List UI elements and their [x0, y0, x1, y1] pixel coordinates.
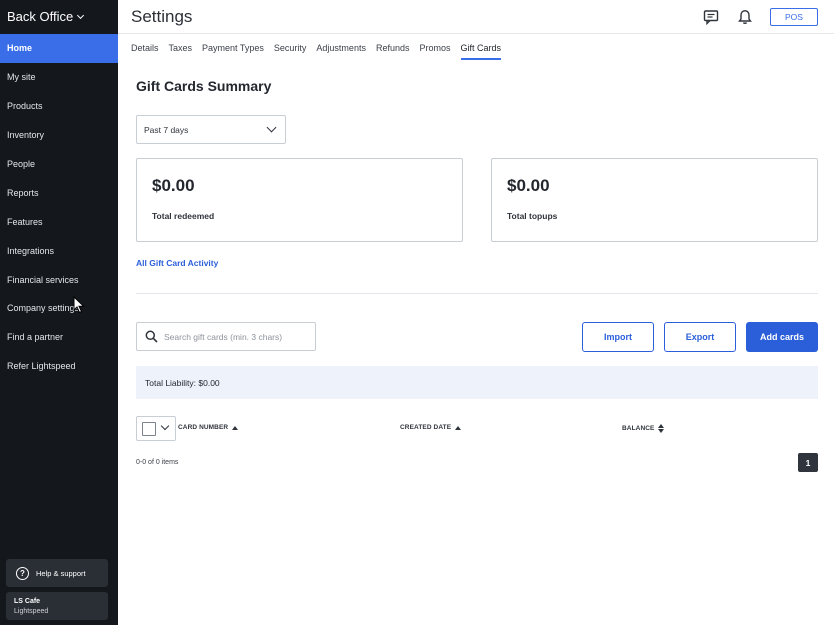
- bell-icon[interactable]: [737, 9, 753, 25]
- column-balance[interactable]: BALANCE: [622, 424, 665, 433]
- brand-label: Back Office: [7, 9, 74, 24]
- search-icon: [145, 330, 158, 343]
- mouse-cursor-icon: [73, 296, 85, 314]
- page-title: Settings: [131, 7, 193, 26]
- tab-payment-types[interactable]: Payment Types: [202, 34, 264, 62]
- sidebar-item-label: Home: [7, 43, 33, 54]
- period-select[interactable]: Past 7 days: [136, 115, 286, 144]
- column-card-number[interactable]: CARD NUMBER: [178, 424, 239, 431]
- sort-icon: [658, 424, 665, 433]
- sidebar-item-find-a-partner[interactable]: Find a partner: [0, 323, 118, 352]
- sidebar-item-integrations[interactable]: Integrations: [0, 236, 118, 265]
- top-header: Settings POS: [118, 0, 834, 34]
- column-label: CREATED DATE: [400, 424, 452, 431]
- total-redeemed-label: Total redeemed: [152, 211, 215, 221]
- sidebar-item-people[interactable]: People: [0, 150, 118, 179]
- sidebar-item-home[interactable]: Home: [0, 34, 118, 63]
- section-title: Gift Cards Summary: [136, 78, 272, 94]
- sidebar-item-my-site[interactable]: My site: [0, 63, 118, 92]
- sidebar-item-label: Inventory: [7, 130, 45, 141]
- sidebar-nav: Home My site Products Inventory People R…: [0, 34, 118, 381]
- tab-details[interactable]: Details: [131, 34, 159, 62]
- sidebar-item-label: People: [7, 159, 36, 169]
- sidebar-item-products[interactable]: Products: [0, 92, 118, 121]
- column-label: CARD NUMBER: [178, 424, 229, 431]
- tab-gift-cards[interactable]: Gift Cards: [460, 34, 501, 62]
- chevron-down-icon: [77, 11, 85, 19]
- question-icon: ?: [16, 566, 29, 580]
- add-cards-button[interactable]: Add cards: [746, 322, 818, 352]
- all-gift-card-activity-link[interactable]: All Gift Card Activity: [136, 258, 218, 268]
- sidebar-item-label: Products: [7, 101, 43, 112]
- search-box: [136, 322, 316, 351]
- account-business: LS Cafe: [14, 598, 41, 605]
- chevron-down-icon: [266, 122, 277, 133]
- column-label: BALANCE: [622, 425, 655, 432]
- sidebar-item-reports[interactable]: Reports: [0, 178, 118, 207]
- total-redeemed-amount: $0.00: [152, 176, 195, 195]
- help-support-button[interactable]: ? Help & support: [6, 559, 108, 587]
- sort-asc-icon: [455, 425, 462, 430]
- tab-security[interactable]: Security: [274, 34, 307, 62]
- pagination-page-1[interactable]: 1: [798, 453, 818, 472]
- tab-adjustments[interactable]: Adjustments: [316, 34, 366, 62]
- sidebar-item-label: Refer Lightspeed: [7, 361, 76, 372]
- tab-taxes[interactable]: Taxes: [169, 34, 193, 62]
- sidebar-item-features[interactable]: Features: [0, 207, 118, 236]
- chat-icon[interactable]: [703, 9, 719, 25]
- divider: [136, 293, 818, 294]
- sidebar-item-label: Financial services: [7, 274, 79, 285]
- export-button[interactable]: Export: [664, 322, 736, 352]
- sidebar-item-label: My site: [7, 72, 36, 83]
- sidebar-item-inventory[interactable]: Inventory: [0, 121, 118, 150]
- sidebar-item-label: Company settings: [7, 303, 80, 314]
- sidebar-item-financial-services[interactable]: Financial services: [0, 265, 118, 294]
- sidebar-item-refer-lightspeed[interactable]: Refer Lightspeed: [0, 352, 118, 381]
- select-all-checkbox[interactable]: [142, 422, 156, 436]
- brand-menu[interactable]: Back Office: [7, 9, 85, 24]
- chevron-down-icon[interactable]: [160, 421, 170, 431]
- items-count: 0-0 of 0 items: [136, 459, 179, 466]
- total-topups-card: $0.00 Total topups: [491, 158, 818, 242]
- sidebar-item-label: Find a partner: [7, 332, 64, 343]
- total-topups-label: Total topups: [507, 211, 558, 221]
- sidebar-item-label: Features: [7, 216, 43, 227]
- bulk-select[interactable]: [136, 416, 176, 441]
- sidebar-item-company-settings[interactable]: Company settings: [0, 294, 118, 323]
- sidebar-item-label: Reports: [7, 187, 39, 198]
- import-button[interactable]: Import: [582, 322, 654, 352]
- table-header: CARD NUMBER CREATED DATE BALANCE: [136, 416, 818, 441]
- sidebar: Back Office Home My site Products Invent…: [0, 0, 118, 625]
- tab-promos[interactable]: Promos: [419, 34, 450, 62]
- account-switcher[interactable]: LS Cafe Lightspeed: [6, 592, 108, 620]
- settings-tabs: Details Taxes Payment Types Security Adj…: [131, 34, 501, 62]
- account-company: Lightspeed: [14, 608, 49, 615]
- help-label: Help & support: [36, 568, 86, 578]
- pos-button[interactable]: POS: [770, 8, 818, 26]
- sort-asc-icon: [232, 425, 239, 430]
- search-input[interactable]: [164, 331, 304, 342]
- sidebar-item-label: Integrations: [7, 245, 55, 256]
- tab-refunds[interactable]: Refunds: [376, 34, 410, 62]
- column-created-date[interactable]: CREATED DATE: [400, 424, 462, 431]
- total-redeemed-card: $0.00 Total redeemed: [136, 158, 463, 242]
- total-topups-amount: $0.00: [507, 176, 550, 195]
- period-value: Past 7 days: [144, 124, 189, 135]
- total-liability-banner: Total Liability: $0.00: [136, 366, 818, 399]
